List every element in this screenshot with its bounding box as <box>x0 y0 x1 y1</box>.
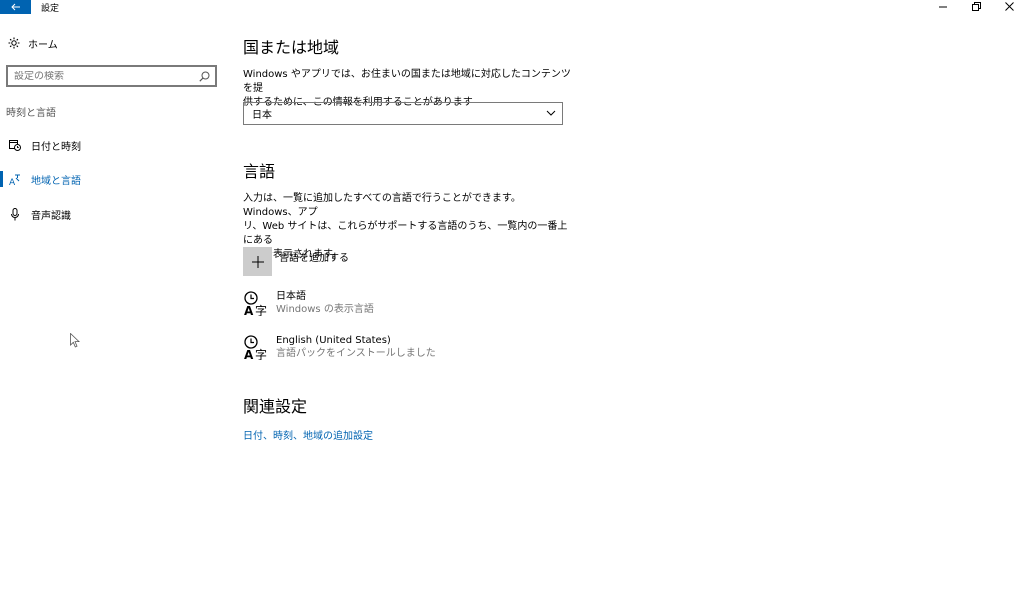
svg-text:A: A <box>9 178 16 186</box>
svg-text:A: A <box>244 304 254 316</box>
minimize-icon <box>939 6 947 8</box>
back-button[interactable] <box>0 0 31 14</box>
restore-icon <box>971 1 981 11</box>
language-item-english[interactable]: A 字 English (United States) 言語パックをインストール… <box>243 334 436 361</box>
region-heading: 国または地域 <box>243 38 340 57</box>
close-icon <box>1004 1 1014 11</box>
language-options-icon: A 字 <box>244 335 267 360</box>
sidebar-item-label: 音声認識 <box>31 210 71 222</box>
sidebar-group-label: 時刻と言語 <box>6 108 56 119</box>
sidebar-home[interactable]: ホーム <box>8 34 58 52</box>
sidebar-item-speech[interactable]: 音声認識 <box>0 204 220 224</box>
sidebar-home-label: ホーム <box>28 39 58 51</box>
search-input[interactable] <box>14 70 194 82</box>
search-box[interactable] <box>6 65 217 87</box>
language-options-icon: A 字 <box>244 291 267 316</box>
minimize-button[interactable] <box>928 0 958 12</box>
country-dropdown[interactable]: 日本 <box>243 102 563 125</box>
sidebar-item-region-language[interactable]: A 地域と言語 <box>0 169 220 189</box>
language-status: Windows の表示言語 <box>276 304 374 315</box>
svg-text:字: 字 <box>255 347 267 360</box>
language-item-japanese[interactable]: A 字 日本語 Windows の表示言語 <box>243 290 374 317</box>
mouse-cursor-icon <box>70 333 80 348</box>
region-language-icon: A <box>8 172 22 186</box>
window-title: 設定 <box>41 4 60 14</box>
calendar-clock-icon <box>8 138 22 152</box>
selection-indicator <box>0 171 3 187</box>
sidebar-item-label: 地域と言語 <box>31 175 81 187</box>
search-icon[interactable] <box>199 71 210 82</box>
language-description-line: リ、Web サイトは、これらがサポートする言語のうち、一覧内の一番上にある <box>243 221 568 246</box>
country-dropdown-value: 日本 <box>252 110 272 121</box>
add-language-button[interactable]: 言語を追加する <box>243 247 349 276</box>
language-name: English (United States) <box>276 335 391 346</box>
gear-icon <box>8 37 20 49</box>
title-bar: 設定 <box>0 0 1024 14</box>
back-arrow-icon <box>10 3 20 11</box>
microphone-icon <box>8 207 22 221</box>
additional-date-time-region-link[interactable]: 日付、時刻、地域の追加設定 <box>243 427 373 442</box>
plus-icon <box>243 247 272 276</box>
restore-button[interactable] <box>961 0 991 12</box>
language-heading: 言語 <box>243 162 276 181</box>
language-status: 言語パックをインストールしました <box>276 348 436 359</box>
region-description-line: Windows やアプリでは、お住まいの国または地域に対応したコンテンツを提 <box>243 69 571 94</box>
add-language-label: 言語を追加する <box>279 253 349 264</box>
close-button[interactable] <box>994 0 1024 12</box>
language-name: 日本語 <box>276 291 306 302</box>
chevron-down-icon <box>546 110 556 116</box>
svg-text:A: A <box>244 348 254 360</box>
related-settings-heading: 関連設定 <box>243 397 308 416</box>
svg-text:字: 字 <box>255 303 267 316</box>
sidebar-item-date-time[interactable]: 日付と時刻 <box>0 135 220 155</box>
sidebar-item-label: 日付と時刻 <box>31 141 81 153</box>
language-description-line: 入力は、一覧に追加したすべての言語で行うことができます。Windows、アプ <box>243 193 521 218</box>
